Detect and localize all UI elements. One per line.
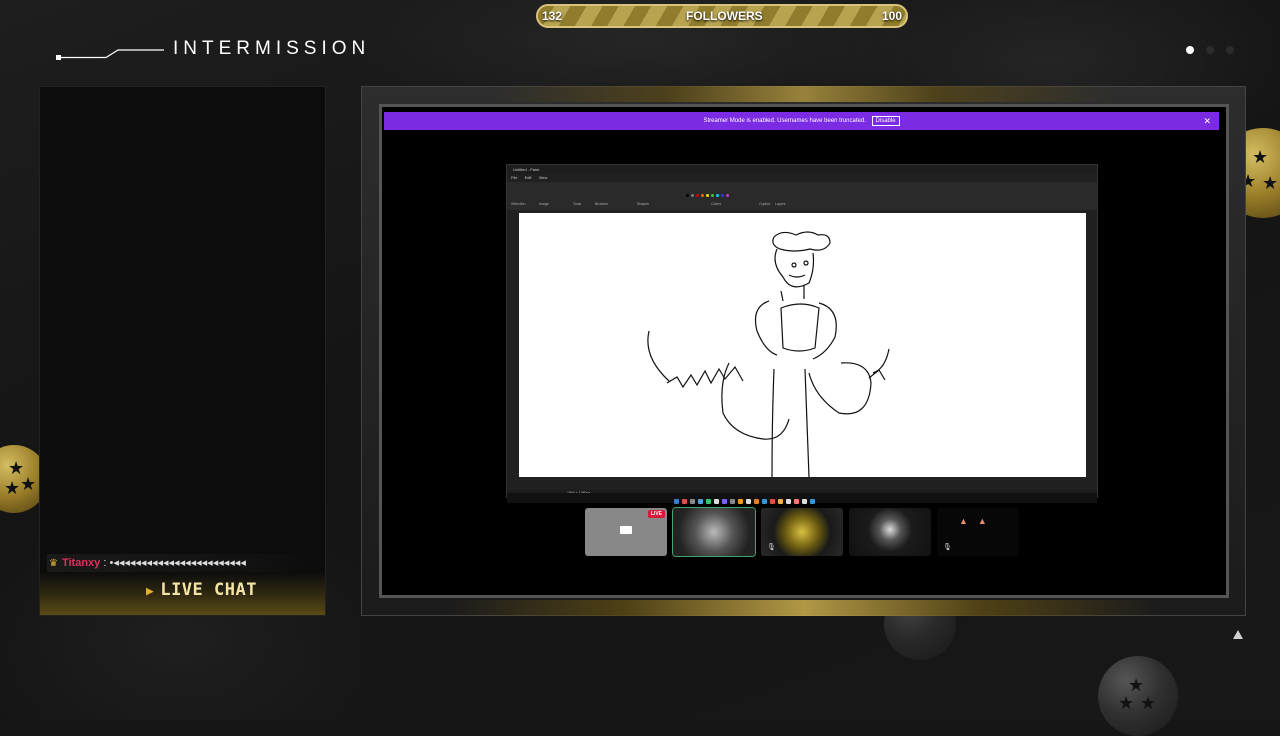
banner-text: Streamer Mode is enabled. Usernames have… bbox=[703, 118, 866, 124]
dragon-ball-icon: ★ ★ ★ bbox=[1098, 656, 1178, 736]
tool-group-shapes[interactable]: Shapes bbox=[637, 202, 649, 206]
crown-icon: ♛ bbox=[49, 558, 58, 569]
chat-text: •◂◂◂◂◂◂◂◂◂◂◂◂◂◂◂◂◂◂◂◂◂◂◂◂ bbox=[109, 557, 246, 569]
title-line-icon bbox=[56, 49, 164, 60]
video-tile-screen-share[interactable]: LIVE bbox=[585, 508, 667, 556]
frame-gold-bottom bbox=[361, 600, 1246, 616]
mic-muted-icon: 🎙︎ bbox=[767, 544, 776, 551]
followers-label: FOLLOWERS bbox=[686, 9, 763, 23]
menu-edit[interactable]: Edit bbox=[525, 175, 532, 180]
page-dot bbox=[1206, 46, 1214, 54]
drawing-sketch bbox=[647, 231, 890, 477]
tool-group-image[interactable]: Image bbox=[539, 202, 549, 206]
tool-group-selection[interactable]: Selection bbox=[511, 202, 525, 206]
paint-canvas[interactable] bbox=[519, 213, 1086, 477]
color-swatches[interactable] bbox=[685, 184, 730, 202]
video-tile-participant[interactable]: 🎙︎ bbox=[761, 508, 843, 556]
menu-view[interactable]: View bbox=[539, 175, 548, 180]
paint-titlebar: Untitled - Paint bbox=[507, 165, 1097, 174]
disable-button[interactable]: Disable bbox=[871, 116, 900, 126]
chat-panel bbox=[40, 87, 325, 615]
taskbar bbox=[507, 493, 1097, 504]
paint-menubar: File Edit View bbox=[507, 174, 1097, 182]
play-triangle-icon: ▶ bbox=[146, 584, 155, 599]
tool-group-colors[interactable]: Colors bbox=[711, 202, 721, 206]
tool-group-brushes[interactable]: Brushes bbox=[595, 202, 608, 206]
followers-current: 132 bbox=[542, 9, 563, 23]
menu-file[interactable]: File bbox=[511, 175, 517, 180]
chat-separator: : bbox=[103, 557, 107, 569]
video-tile-participant[interactable] bbox=[673, 508, 755, 556]
live-badge: LIVE bbox=[647, 510, 665, 518]
mic-muted-icon: 🎙︎ bbox=[943, 544, 952, 551]
chat-username: Titanxy bbox=[61, 557, 101, 569]
followers-goal: 100 bbox=[881, 9, 902, 23]
video-tile-participant[interactable]: 🎙︎ ▲ ▲ bbox=[937, 508, 1019, 556]
paint-toolbar: Selection Image Tools Brushes Shapes Col… bbox=[507, 182, 1097, 210]
chat-message: ♛ Titanxy : •◂◂◂◂◂◂◂◂◂◂◂◂◂◂◂◂◂◂◂◂◂◂◂◂ bbox=[47, 554, 312, 572]
live-chat-label: ▶ LIVE CHAT bbox=[146, 580, 257, 600]
paint-window: Untitled - Paint File Edit View Selectio… bbox=[507, 165, 1097, 497]
ears-icon: ▲ ▲ bbox=[959, 516, 987, 526]
screen-share-icon bbox=[620, 526, 632, 534]
live-chat-text: LIVE CHAT bbox=[160, 580, 257, 600]
close-icon[interactable]: ✕ bbox=[1203, 112, 1211, 130]
streamer-mode-banner: Streamer Mode is enabled. Usernames have… bbox=[384, 112, 1219, 130]
tool-group-tools[interactable]: Tools bbox=[573, 202, 581, 206]
tool-group-copilot[interactable]: Copilot bbox=[759, 202, 770, 206]
video-tile-participant[interactable] bbox=[849, 508, 931, 556]
scroll-up-icon[interactable] bbox=[1233, 630, 1243, 639]
page-dot bbox=[1226, 46, 1234, 54]
frame-gold-top bbox=[361, 86, 1246, 102]
page-dots bbox=[1186, 41, 1246, 59]
page-title: INTERMISSION bbox=[173, 38, 371, 59]
followers-goal-bar: 132 FOLLOWERS 100 bbox=[536, 4, 908, 28]
page-dot bbox=[1186, 46, 1194, 54]
tool-group-layers[interactable]: Layers bbox=[775, 202, 786, 206]
